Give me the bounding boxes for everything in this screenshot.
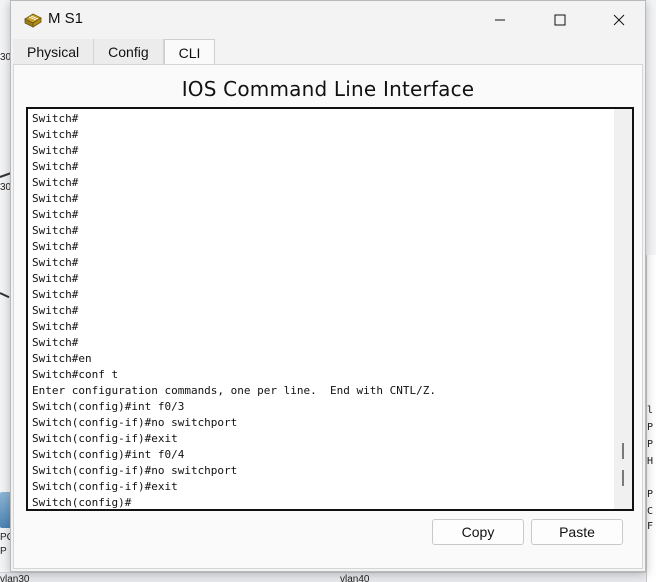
terminal-line: Switch# (32, 176, 79, 189)
bg-panel-text: C (647, 506, 654, 517)
window-title: M S1 (48, 10, 84, 27)
tab-config[interactable]: Config (94, 39, 164, 65)
page-title: IOS Command Line Interface (181, 77, 475, 101)
bg-panel-text: P (647, 439, 654, 450)
terminal-line: Switch(config)#int f0/4 (32, 448, 185, 461)
paste-button[interactable]: Paste (531, 519, 623, 545)
bg-vlan-label: vlan40 (340, 574, 370, 582)
terminal-line: Switch# (32, 208, 79, 221)
terminal-line: Switch# (32, 256, 79, 269)
terminal-line: Switch#conf t (32, 368, 119, 381)
tab-physical[interactable]: Physical (13, 39, 95, 65)
cli-terminal[interactable]: Switch# Switch# Switch# Switch# Switch# Switc… (26, 107, 634, 511)
terminal-line: Switch# (32, 144, 79, 157)
bg-bottom-bar: vlan30 vlan40 (0, 572, 656, 582)
terminal-line: Switch# (32, 128, 79, 141)
maximize-icon (554, 14, 566, 26)
terminal-line: Switch(config-if)#no switchport (32, 416, 238, 429)
terminal-line: Switch# (32, 272, 79, 285)
close-button[interactable] (596, 1, 642, 39)
terminal-line: Switch# (32, 160, 79, 173)
terminal-line: Switch#en (32, 352, 92, 365)
device-window: M S1 Physical Config CLI IOS Command Lin… (10, 0, 646, 572)
bg-panel-text: H (647, 456, 654, 467)
maximize-button[interactable] (537, 1, 583, 39)
copy-button[interactable]: Copy (432, 519, 524, 545)
tab-bar: Physical Config CLI (13, 39, 216, 65)
terminal-line: Switch(config)# (32, 496, 132, 509)
bg-panel-text: P (647, 422, 654, 433)
bg-vlan-label: vlan30 (0, 574, 30, 582)
minimize-icon (494, 14, 506, 26)
tab-cli[interactable]: CLI (163, 39, 216, 65)
bg-panel-text: F (647, 521, 654, 532)
bg-panel-text: l (647, 405, 654, 416)
minimize-button[interactable] (477, 1, 523, 39)
terminal-line: Enter configuration commands, one per li… (32, 384, 436, 397)
switch-device-icon (23, 11, 43, 29)
terminal-line: Switch# (32, 336, 79, 349)
terminal-line: Switch# (32, 192, 79, 205)
close-icon (613, 14, 625, 26)
cli-panel: IOS Command Line Interface Switch# Switch… (13, 64, 643, 569)
terminal-line: Switch(config-if)#exit (32, 480, 178, 493)
terminal-line: Switch(config-if)#no switchport (32, 464, 238, 477)
terminal-line: Switch(config)#int f0/3 (32, 400, 185, 413)
bg-label-fragment: P (0, 546, 7, 557)
terminal-line: Switch# (32, 288, 79, 301)
terminal-line: Switch# (32, 304, 79, 317)
terminal-line: Switch(config-if)#exit (32, 432, 178, 445)
bg-panel-text: P (647, 489, 654, 500)
terminal-line: Switch# (32, 224, 79, 237)
scrollbar-thumb[interactable] (622, 443, 624, 459)
terminal-line: Switch# (32, 320, 79, 333)
bg-link-line (0, 292, 10, 299)
terminal-line: Switch# (32, 112, 79, 125)
terminal-line: Switch# (32, 240, 79, 253)
terminal-scrollbar[interactable] (614, 109, 632, 509)
scrollbar-thumb[interactable] (622, 470, 624, 486)
terminal-output[interactable]: Switch# Switch# Switch# Switch# Switch# Switc… (32, 111, 612, 509)
title-bar[interactable]: M S1 (11, 1, 645, 39)
